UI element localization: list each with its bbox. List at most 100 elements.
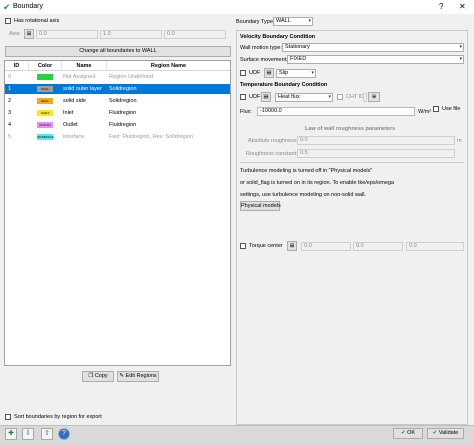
validate-label: Validate [438, 430, 459, 436]
roughness-constant-input[interactable]: 0.5 [297, 149, 455, 158]
validate-button[interactable]: ✔ Validate [427, 428, 464, 439]
check-icon: ✔ [400, 430, 406, 436]
add-icon[interactable]: ✚ [5, 428, 17, 440]
torque-center-checkbox[interactable] [240, 243, 246, 251]
axis-y-input[interactable]: 1.0 [100, 30, 162, 39]
boundary-settings-panel [236, 30, 468, 425]
torque-z-input[interactable]: 0.0 [406, 242, 464, 251]
row-name: solid side [63, 98, 86, 104]
torque-y-input[interactable]: 0.0 [353, 242, 403, 251]
rotational-axis-label: Has rotational axis [14, 18, 60, 24]
cht-id-label: CHT ID [346, 94, 365, 100]
row-region-name: Fluidregion [109, 122, 137, 128]
velocity-udf-checkbox[interactable] [240, 70, 246, 78]
import-icon[interactable]: ⇩ [22, 428, 34, 440]
row-color-swatch[interactable]: WALL [37, 86, 53, 92]
window-title: Boundary [13, 3, 43, 10]
row-region-name: Fwd: Fluidregion, Rev: Solidregion [109, 134, 194, 140]
edit-icon: ✎ [119, 373, 124, 379]
heat-flux-value: Heat flux [278, 94, 300, 100]
chevron-down-icon: ▾ [311, 70, 314, 76]
section-divider [240, 162, 464, 163]
use-file-label: Use file [442, 106, 461, 112]
physical-models-button[interactable]: Physical models [240, 201, 281, 211]
edit-regions-button[interactable]: ✎ Edit Regions [117, 371, 159, 382]
roughness-section-title: Law of wall roughness parameters [305, 126, 396, 132]
cht-id-checkbox[interactable] [337, 94, 343, 102]
chevron-down-icon: ▾ [308, 18, 311, 24]
row-color-swatch[interactable]: INTERFACE [37, 134, 54, 140]
absolute-roughness-label: Absolute roughness: [248, 138, 299, 144]
row-color-swatch[interactable]: OUTLET [37, 122, 53, 128]
torque-pick-icon[interactable]: ⊞ [287, 241, 297, 251]
col-color-header[interactable]: Color [29, 61, 62, 71]
row-name: Inlet [63, 110, 74, 116]
axis-label: Axis: [9, 31, 21, 37]
flux-input[interactable]: -10000.0 [257, 107, 415, 116]
help-button[interactable]: ? [439, 1, 443, 12]
temperature-udf-checkbox[interactable] [240, 94, 246, 102]
cht-link-icon[interactable]: ⊕ [368, 92, 380, 102]
roughness-constant-label: Roughness constant: [246, 151, 298, 157]
flux-label: Flux: [240, 109, 252, 115]
row-id: 0 [8, 74, 12, 80]
row-name: Not Assigned [63, 74, 96, 80]
torque-x-input[interactable]: 0.0 [301, 242, 351, 251]
surface-movement-value: FIXED [290, 56, 307, 62]
torque-center-label: Torque center [249, 243, 283, 249]
close-button[interactable]: ✕ [459, 1, 466, 12]
ok-label: OK [407, 430, 416, 436]
use-file-checkbox[interactable] [433, 106, 439, 114]
col-region-header[interactable]: Region Name [107, 61, 230, 71]
check-icon: ✔ [432, 430, 438, 436]
cht-id-input[interactable] [363, 93, 367, 102]
ok-button[interactable]: ✔ OK [393, 428, 423, 439]
row-color-swatch[interactable]: WALL [37, 98, 53, 104]
col-name-header[interactable]: Name [62, 61, 107, 71]
edit-regions-label: Edit Regions [125, 373, 157, 379]
axis-x-input[interactable]: 0.0 [36, 30, 98, 39]
boundary-type-select[interactable]: WALL ▾ [273, 17, 313, 26]
wall-motion-select[interactable]: Stationary ▾ [282, 43, 464, 52]
row-color-swatch[interactable]: INLET [37, 110, 53, 116]
boundary-table[interactable]: ID Color Name Region Name 0 Not Assigned R… [4, 60, 231, 366]
row-region-name: Solidregion [109, 86, 137, 92]
axis-z-input[interactable]: 0.0 [164, 30, 226, 39]
slip-value: Slip [279, 70, 289, 76]
chevron-down-icon: ▾ [328, 94, 331, 100]
heat-flux-select[interactable]: Heat flux ▾ [275, 93, 333, 102]
table-row[interactable]: 0 Not Assigned Region Undefined [5, 72, 230, 82]
chevron-down-icon: ▾ [459, 44, 462, 50]
axis-pick-icon[interactable]: ⊞ [24, 29, 34, 39]
row-id: 3 [8, 110, 12, 116]
temperature-udf-file-icon[interactable]: ▤ [261, 92, 271, 102]
row-id: 5 [8, 134, 12, 140]
table-row[interactable]: 2 WALL solid side Solidregion [5, 96, 230, 106]
table-row[interactable]: 3 INLET Inlet Fluidregion [5, 108, 230, 118]
absolute-roughness-input[interactable]: 0.0 [297, 136, 455, 145]
absolute-roughness-unit: m [457, 138, 462, 144]
flux-unit: W/m² [418, 109, 432, 115]
copy-icon: ❐ [88, 373, 94, 379]
row-color-swatch[interactable] [37, 74, 53, 80]
copy-button[interactable]: ❐ Copy [82, 371, 114, 382]
chevron-down-icon: ▾ [459, 56, 462, 62]
table-row[interactable]: 1 WALL solid outer layer Solidregion [5, 84, 230, 94]
slip-select[interactable]: Slip ▾ [276, 69, 316, 78]
table-row[interactable]: 5 INTERFACE interface Fwd: Fluidregion, Rev… [5, 132, 230, 142]
help-icon[interactable]: ? [58, 428, 70, 440]
turbulence-note-line-3: settings, use turbulence modeling on non… [240, 192, 366, 198]
temperature-section-title: Temperature Boundary Condition [240, 82, 328, 88]
rotational-axis-checkbox[interactable] [5, 18, 11, 26]
row-id: 1 [8, 86, 12, 92]
velocity-udf-file-icon[interactable]: ▤ [264, 68, 274, 78]
check-icon: ✔ [3, 2, 11, 12]
export-icon[interactable]: ⇧ [41, 428, 53, 440]
change-all-to-wall-button[interactable]: Change all boundaries to WALL [5, 46, 231, 57]
col-id-header[interactable]: ID [5, 61, 29, 71]
sort-boundaries-checkbox[interactable] [5, 414, 11, 422]
surface-movement-select[interactable]: FIXED ▾ [287, 55, 464, 64]
wall-motion-label: Wall motion type: [240, 45, 282, 51]
row-id: 4 [8, 122, 12, 128]
table-row[interactable]: 4 OUTLET Outlet Fluidregion [5, 120, 230, 130]
